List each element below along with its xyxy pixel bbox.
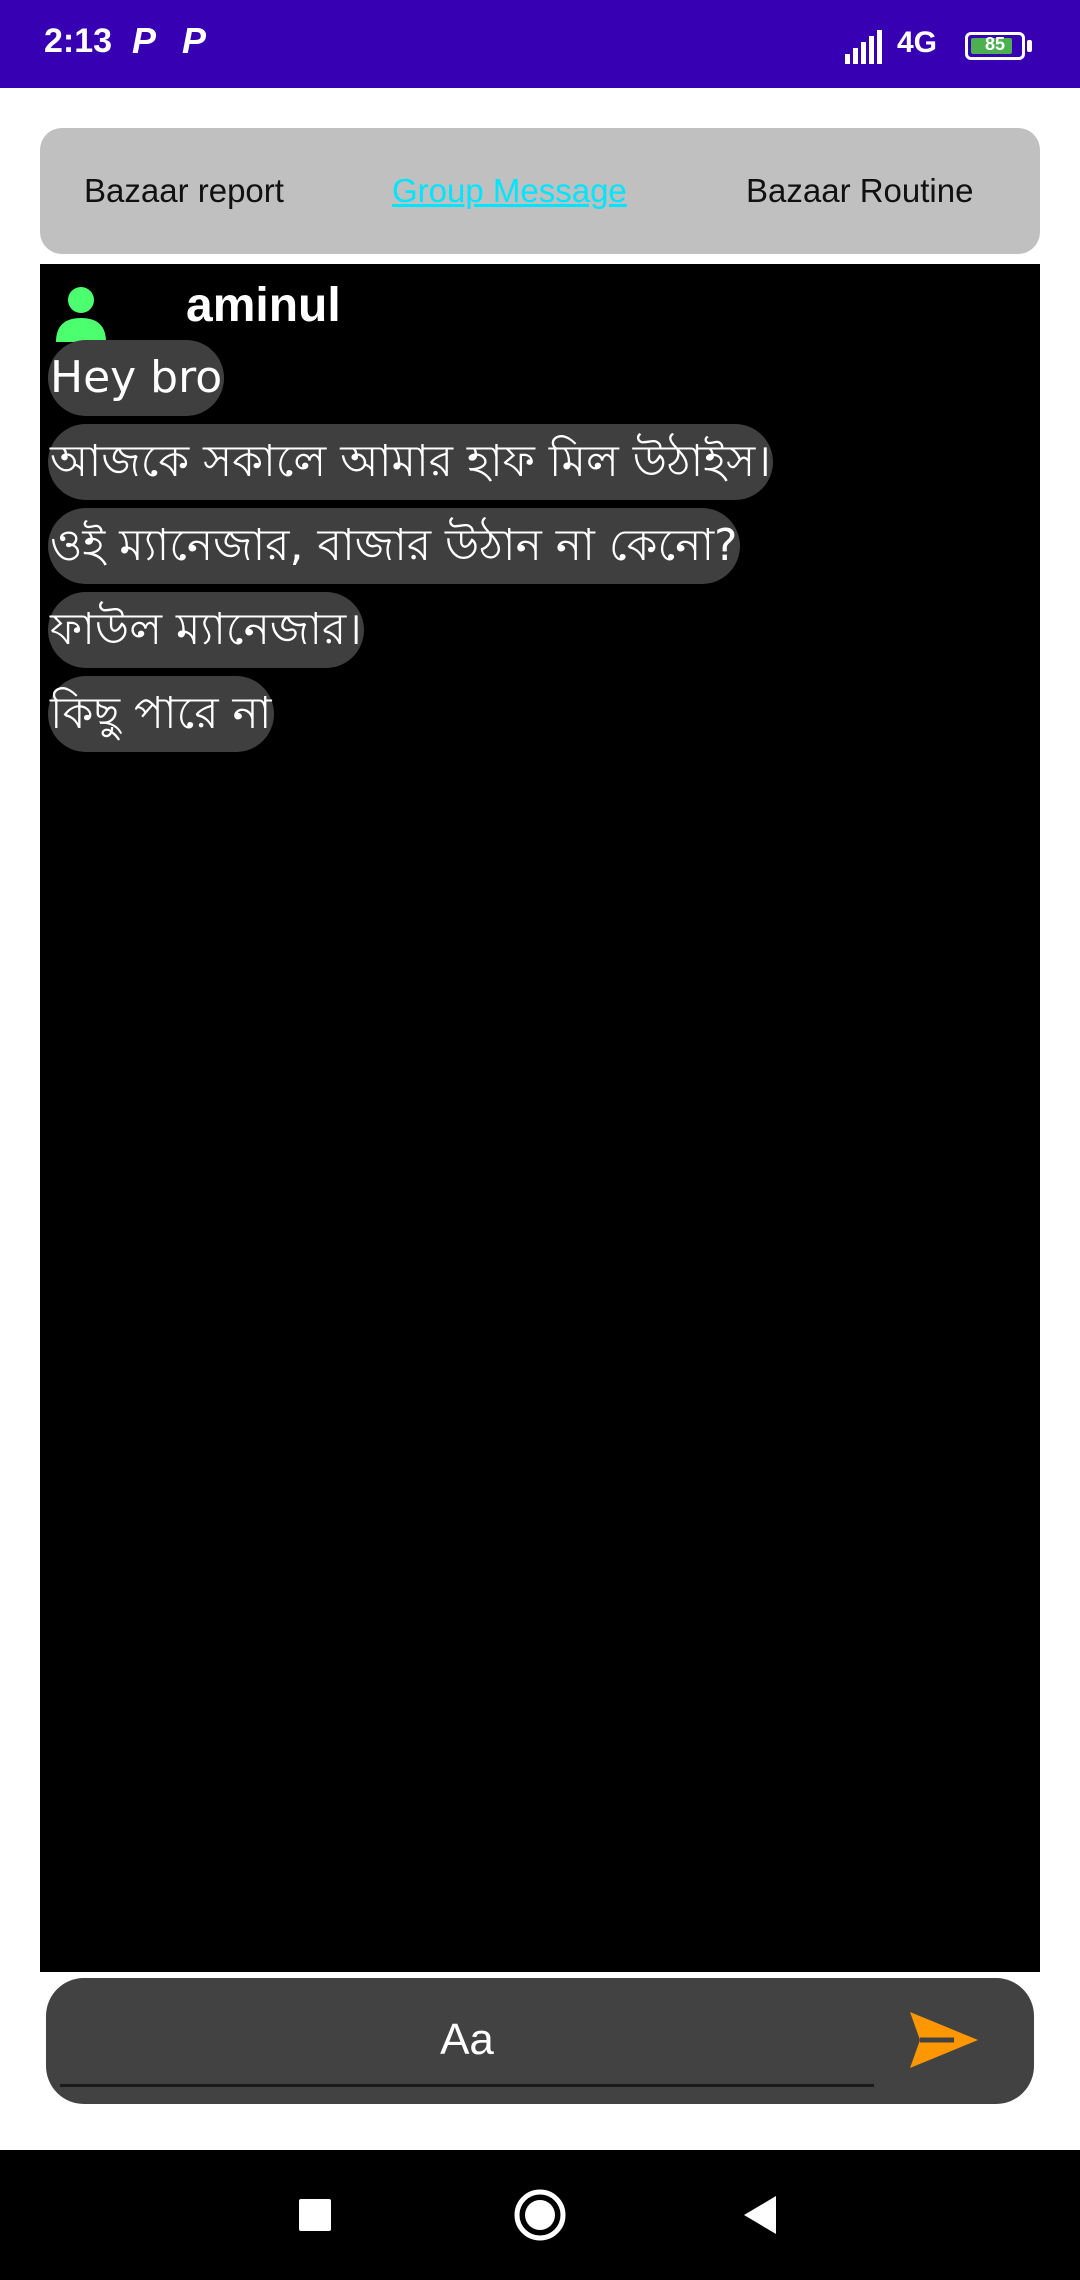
message-bubble: আজকে সকালে আমার হাফ মিল উঠাইস। bbox=[48, 424, 773, 500]
sender-name: aminul bbox=[186, 279, 341, 332]
person-icon bbox=[56, 287, 106, 342]
notification-p-icon: P bbox=[182, 20, 207, 61]
status-time: 2:13 bbox=[44, 22, 113, 60]
battery-level: 85 bbox=[984, 34, 1006, 54]
circle-icon[interactable] bbox=[480, 2150, 600, 2280]
battery-cap bbox=[1027, 40, 1032, 52]
send-icon[interactable] bbox=[904, 2000, 984, 2080]
notification-p-icon: P bbox=[132, 20, 157, 61]
message-bubble: Hey bro bbox=[48, 340, 225, 416]
message-list: Hey bro আজকে সকালে আমার হাফ মিল উঠাইস। ও… bbox=[48, 340, 773, 760]
battery-icon: 85 bbox=[965, 32, 1025, 60]
network-type: 4G bbox=[897, 26, 938, 59]
tab-group-message[interactable]: Group Message bbox=[392, 128, 627, 254]
system-nav-bar bbox=[0, 2150, 1080, 2280]
signal-icon bbox=[845, 30, 882, 64]
message-input[interactable] bbox=[60, 1996, 874, 2087]
chat-area: aminul Hey bro আজকে সকালে আমার হাফ মিল উ… bbox=[40, 264, 1040, 1972]
triangle-back-icon[interactable] bbox=[700, 2150, 820, 2280]
message-bubble: ওই ম্যানেজার, বাজার উঠান না কেনো? bbox=[48, 508, 740, 584]
top-tab-bar: Bazaar report Group Message Bazaar Routi… bbox=[40, 128, 1040, 254]
status-bar: 2:13 P P 4G 85 bbox=[0, 0, 1080, 88]
message-bubble: ফাউল ম্যানেজার। bbox=[48, 592, 364, 668]
message-bubble: কিছু পারে না bbox=[48, 676, 274, 752]
message-composer bbox=[46, 1978, 1034, 2104]
tab-bazaar-report[interactable]: Bazaar report bbox=[84, 128, 284, 254]
square-icon[interactable] bbox=[255, 2150, 375, 2280]
tab-bazaar-routine[interactable]: Bazaar Routine bbox=[746, 128, 973, 254]
